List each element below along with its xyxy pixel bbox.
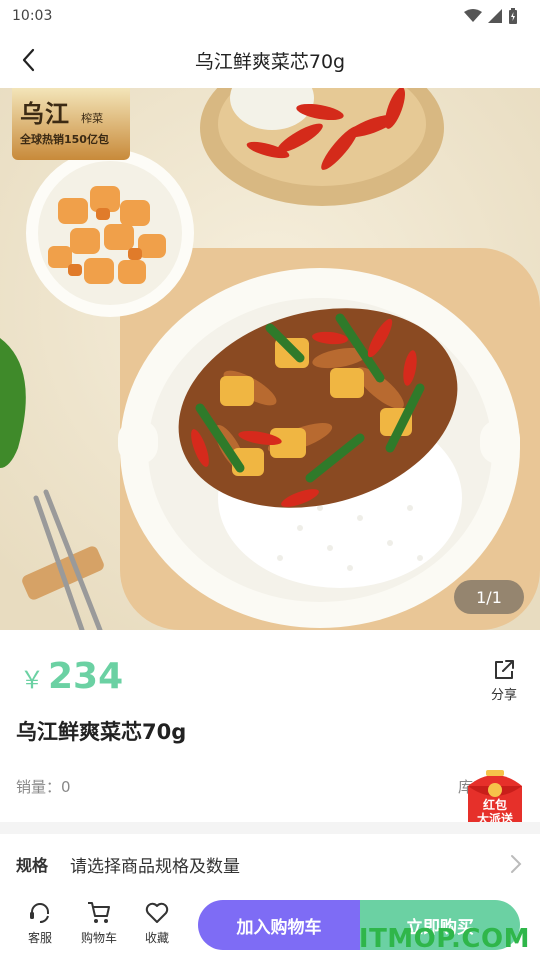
wifi-icon <box>464 9 482 22</box>
chevron-right-icon <box>511 855 522 873</box>
header: 乌江鲜爽菜芯70g <box>0 32 540 88</box>
page-title: 乌江鲜爽菜芯70g <box>194 50 346 73</box>
product-photo <box>0 88 540 630</box>
red-packet-line1: 红包 <box>482 798 507 812</box>
product-image-carousel[interactable]: 乌江 榨菜 全球热销150亿包 1/1 <box>0 88 540 630</box>
spec-value: 请选择商品规格及数量 <box>70 856 240 877</box>
product-title: 乌江鲜爽菜芯70g <box>16 720 187 744</box>
sales-count: 销量：0 <box>16 778 71 796</box>
section-divider <box>0 822 540 834</box>
brand-slogan: 全球热销150亿包 <box>20 133 109 146</box>
spec-selector[interactable]: 规格 请选择商品规格及数量 <box>0 834 540 894</box>
spec-label: 规格 <box>16 856 49 875</box>
share-label: 分享 <box>490 688 517 703</box>
cart-nav-label: 购物车 <box>80 931 117 945</box>
battery-icon <box>509 8 517 24</box>
heart-icon <box>145 902 169 923</box>
share-icon <box>495 660 514 679</box>
brand-name: 乌江 <box>20 99 70 128</box>
watermark: ITMOP.COM <box>358 924 530 954</box>
back-arrow-icon <box>22 48 35 72</box>
brand-name-sub: 榨菜 <box>81 112 104 125</box>
add-to-cart-button[interactable]: 加入购物车 <box>198 900 360 950</box>
price-currency: ￥ <box>20 666 44 694</box>
status-bar: 10:03 <box>0 0 540 32</box>
status-time: 10:03 <box>12 8 53 24</box>
cart-icon <box>88 902 110 923</box>
signal-icon <box>488 9 502 23</box>
status-icons <box>464 8 518 24</box>
brand-badge: 乌江 榨菜 全球热销150亿包 <box>12 88 130 160</box>
customer-service-button[interactable]: 客服 <box>18 900 62 946</box>
favorite-button[interactable]: 收藏 <box>135 900 179 946</box>
favorite-label: 收藏 <box>144 931 169 945</box>
back-button[interactable] <box>12 44 44 76</box>
cart-nav-button[interactable]: 购物车 <box>77 900 121 946</box>
share-button[interactable]: 分享 <box>488 658 520 703</box>
price: ￥ 234 <box>20 656 123 697</box>
headset-icon <box>30 903 49 923</box>
product-info: ￥ 234 分享 乌江鲜爽菜芯70g 销量：0 库存：6 <box>0 630 540 822</box>
image-page-indicator: 1/1 <box>454 580 524 614</box>
price-value: 234 <box>48 656 124 697</box>
customer-service-label: 客服 <box>27 931 52 945</box>
